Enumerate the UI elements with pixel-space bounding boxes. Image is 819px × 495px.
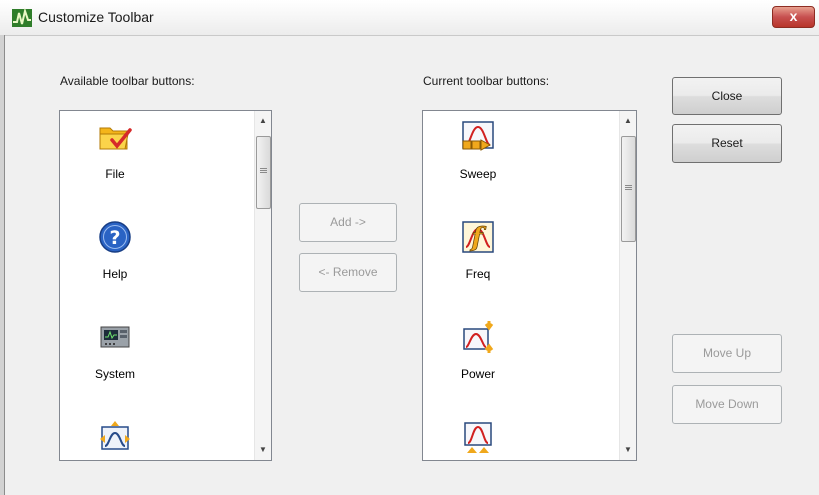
list-item-marker[interactable] xyxy=(60,419,170,460)
scroll-down-arrow-icon[interactable]: ▼ xyxy=(624,445,632,454)
scroll-up-arrow-icon[interactable]: ▲ xyxy=(259,116,267,125)
list-item-power[interactable]: Power xyxy=(423,319,533,389)
list-item-help[interactable]: ? Help xyxy=(60,219,170,289)
triggers-icon xyxy=(464,422,492,453)
move-up-button[interactable]: Move Up xyxy=(672,334,782,373)
folder-check-icon xyxy=(99,127,132,150)
list-item-triggers[interactable] xyxy=(423,419,533,460)
list-item-label: System xyxy=(94,367,135,381)
window-frame-edge xyxy=(4,35,5,495)
available-scrollbar[interactable]: ▲ ▼ xyxy=(254,111,271,460)
svg-text:?: ? xyxy=(109,227,120,249)
current-caption: Current toolbar buttons: xyxy=(423,74,550,88)
list-item-label: Help xyxy=(102,267,128,281)
list-item-sweep[interactable]: Sweep xyxy=(423,119,533,189)
scroll-up-arrow-icon[interactable]: ▲ xyxy=(624,116,632,125)
move-down-button[interactable]: Move Down xyxy=(672,385,782,424)
scrollbar-thumb[interactable] xyxy=(621,136,636,242)
list-item-label: Power xyxy=(460,367,495,381)
scrollbar-thumb[interactable] xyxy=(256,136,271,209)
list-item-label: File xyxy=(105,167,125,181)
help-icon: ? xyxy=(99,221,131,253)
customize-toolbar-dialog: Customize Toolbar x Available toolbar bu… xyxy=(0,0,819,495)
app-icon xyxy=(12,8,32,27)
remove-button[interactable]: <- Remove xyxy=(299,253,397,292)
add-button[interactable]: Add -> xyxy=(299,203,397,242)
power-icon xyxy=(463,321,494,353)
close-button[interactable]: Close xyxy=(672,77,782,115)
list-item-freq[interactable]: f Freq xyxy=(423,219,533,289)
window-close-button[interactable]: x xyxy=(772,6,815,28)
list-item-label: Freq xyxy=(465,267,491,281)
current-scrollbar[interactable]: ▲ ▼ xyxy=(619,111,636,460)
list-item-file[interactable]: File xyxy=(60,119,170,189)
scroll-down-arrow-icon[interactable]: ▼ xyxy=(259,445,267,454)
available-caption: Available toolbar buttons: xyxy=(60,74,195,88)
list-item-system[interactable]: System xyxy=(60,319,170,389)
freq-icon: f xyxy=(462,221,494,253)
reset-button[interactable]: Reset xyxy=(672,124,782,163)
list-item-label: Sweep xyxy=(459,167,497,181)
current-list[interactable]: Sweep f Freq Power ▲ ▼ xyxy=(422,110,637,461)
available-list[interactable]: File ? Help System ▲ ▼ xyxy=(59,110,272,461)
system-instrument-icon xyxy=(100,326,130,348)
window-title: Customize Toolbar xyxy=(38,9,154,25)
sweep-icon xyxy=(462,121,494,151)
title-bar[interactable]: Customize Toolbar x xyxy=(0,0,819,36)
marker-arrows-icon xyxy=(100,421,130,450)
